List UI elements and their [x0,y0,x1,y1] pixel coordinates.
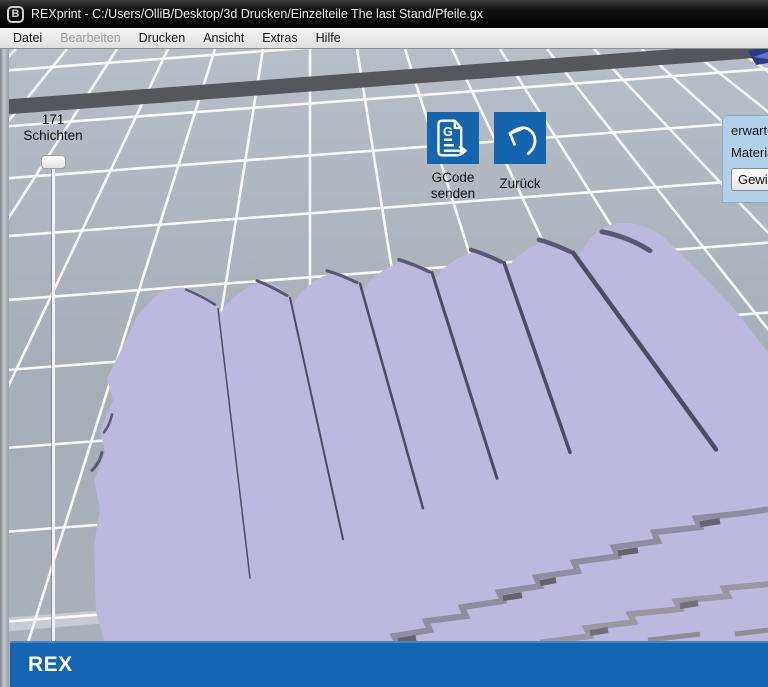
brand-logo: REX [28,653,73,677]
weight-button[interactable]: Gewich [731,168,768,191]
expected-label: erwarte [731,123,768,138]
print-info-panel: erwarte Materia Gewich [722,115,768,203]
material-label: Materia [731,145,768,160]
gcode-send-button[interactable]: G [427,112,479,164]
rexprint-window: B REXprint - C:/Users/OlliB/Desktop/3d D… [0,0,768,687]
menu-datei[interactable]: Datei [4,31,51,45]
footer-bar: REX [10,641,768,687]
back-label: Zurück [474,176,566,192]
window-border-left [0,49,9,687]
viewport-3d[interactable]: 171 Schichten 171 G GCode senden [0,49,768,687]
layer-slider-handle[interactable] [41,155,66,169]
model-pfeile[interactable] [92,223,768,687]
build-plate-scene[interactable] [0,49,768,687]
menu-bearbeiten[interactable]: Bearbeiten [51,31,129,45]
gcode-file-icon: G [433,118,473,158]
layer-count-label: 171 Schichten [13,112,93,144]
menu-hilfe[interactable]: Hilfe [307,31,350,45]
menubar: Datei Bearbeiten Drucken Ansicht Extras … [0,28,768,49]
layer-count-value: 171 [13,112,93,128]
titlebar: B REXprint - C:/Users/OlliB/Desktop/3d D… [0,0,768,28]
back-button[interactable] [494,112,546,164]
app-icon: B [7,6,24,23]
back-arrow-icon [500,118,540,158]
layer-count-unit: Schichten [13,128,93,144]
menu-drucken[interactable]: Drucken [130,31,195,45]
window-title: REXprint - C:/Users/OlliB/Desktop/3d Dru… [31,7,483,21]
layer-slider-track[interactable] [52,167,55,657]
svg-text:G: G [443,124,453,139]
menu-extras[interactable]: Extras [253,31,306,45]
menu-ansicht[interactable]: Ansicht [194,31,253,45]
